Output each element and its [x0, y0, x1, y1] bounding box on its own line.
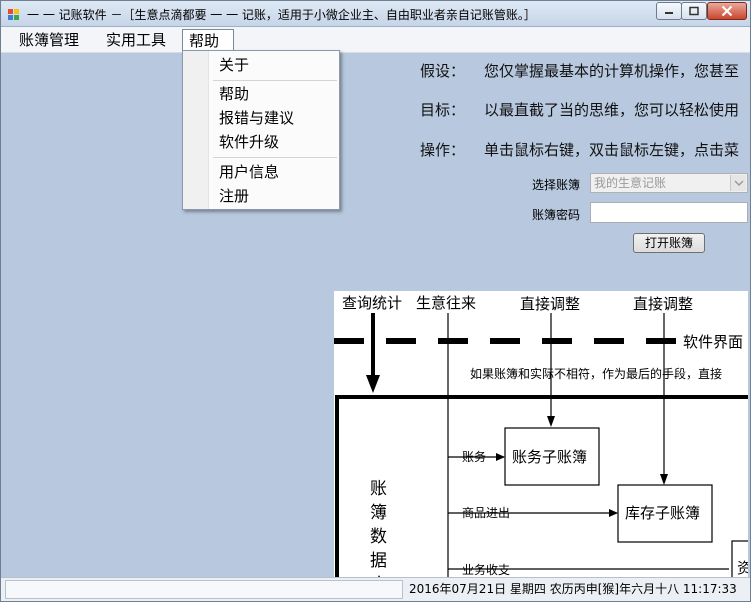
chevron-down-icon[interactable]	[730, 175, 746, 191]
menu-item-about[interactable]: 关于	[219, 55, 249, 75]
diagram-label-adjust-1: 直接调整	[520, 295, 580, 313]
maximize-button[interactable]	[681, 2, 707, 20]
minimize-icon	[665, 12, 673, 14]
menu-bar: 账簿管理 实用工具 帮助	[1, 27, 750, 53]
workflow-diagram: 查询统计 生意往来 直接调整 直接调整 软件界面 如果账簿和实际不相符，作为最后…	[334, 291, 748, 577]
branch-label-2: 商品进出	[462, 505, 510, 520]
menu-utilities[interactable]: 实用工具	[100, 29, 172, 51]
branch-label-1: 账务	[462, 449, 486, 464]
branch-label-3: 业务收支	[462, 562, 510, 577]
branch-arrow-2	[609, 509, 618, 517]
title-bar[interactable]: 一 一 记账软件 －［生意点滴都要 一 一 记账，适用于小微企业主、自由职业者亲…	[1, 1, 750, 27]
diagram-label-query: 查询统计	[342, 294, 402, 312]
app-icon	[7, 7, 21, 21]
menu-item-feedback[interactable]: 报错与建议	[219, 108, 294, 128]
open-ledger-button[interactable]: 打开账簿	[633, 233, 705, 253]
intro-label: 假设：	[420, 62, 466, 80]
adjust-arrow-head-1	[547, 416, 555, 427]
diagram-label-adjust-2: 直接调整	[633, 295, 693, 313]
menu-separator	[213, 80, 337, 81]
diagram-note: 如果账簿和实际不相符，作为最后的手段，直接	[470, 366, 722, 381]
intro-value: 您仅掌握最基本的计算机操作，您甚至	[484, 62, 740, 80]
status-panel	[5, 580, 403, 599]
diagram-label-business: 生意往来	[416, 294, 476, 312]
select-ledger-label: 选择账簿	[532, 178, 581, 192]
menu-item-help[interactable]: 帮助	[219, 84, 249, 104]
db-label-char: 数	[370, 527, 387, 547]
box-partial-label: 资	[737, 559, 748, 577]
intro-value: 单击鼠标右键，双击鼠标左键，点击菜	[484, 141, 740, 159]
db-label-char: 账	[370, 479, 387, 499]
menu-ledger-management[interactable]: 账簿管理	[13, 29, 85, 51]
maximize-icon	[689, 6, 699, 16]
branch-arrow-1	[496, 453, 505, 461]
box-accounts-label: 账务子账簿	[512, 448, 587, 466]
intro-label: 操作：	[420, 141, 466, 159]
close-button[interactable]	[707, 2, 747, 20]
db-label-char: 据	[370, 551, 387, 571]
status-datetime: 2016年07月21日 星期四 农历丙申[猴]年六月十八 11:17:33	[409, 582, 737, 596]
menu-separator	[213, 157, 337, 158]
help-dropdown-menu: 关于 帮助 报错与建议 软件升级 用户信息 注册	[182, 50, 340, 210]
close-icon	[721, 5, 733, 17]
menu-item-user-info[interactable]: 用户信息	[219, 162, 279, 182]
adjust-arrow-head-2	[660, 474, 668, 485]
menu-item-upgrade[interactable]: 软件升级	[219, 132, 279, 152]
menu-item-register[interactable]: 注册	[219, 186, 249, 206]
ledger-password-label: 账簿密码	[532, 208, 581, 222]
db-label-char: 簿	[370, 503, 387, 523]
intro-value: 以最直截了当的思维，您可以轻松使用	[484, 101, 740, 119]
box-inventory-label: 库存子账簿	[625, 504, 700, 522]
intro-label: 目标：	[420, 101, 466, 119]
main-window: 一 一 记账软件 －［生意点滴都要 一 一 记账，适用于小微企业主、自由职业者亲…	[0, 0, 751, 602]
query-arrow-head	[366, 375, 380, 393]
window-title: 一 一 记账软件 －［生意点滴都要 一 一 记账，适用于小微企业主、自由职业者亲…	[27, 8, 536, 22]
menu-gutter	[183, 51, 209, 209]
status-bar: 2016年07月21日 星期四 农历丙申[猴]年六月十八 11:17:33	[1, 577, 750, 601]
ledger-select[interactable]: 我的生意记账	[590, 173, 748, 193]
ledger-select-value: 我的生意记账	[594, 176, 667, 190]
boundary-label: 软件界面	[683, 333, 743, 351]
password-field[interactable]	[590, 202, 748, 223]
minimize-button[interactable]	[656, 2, 682, 20]
